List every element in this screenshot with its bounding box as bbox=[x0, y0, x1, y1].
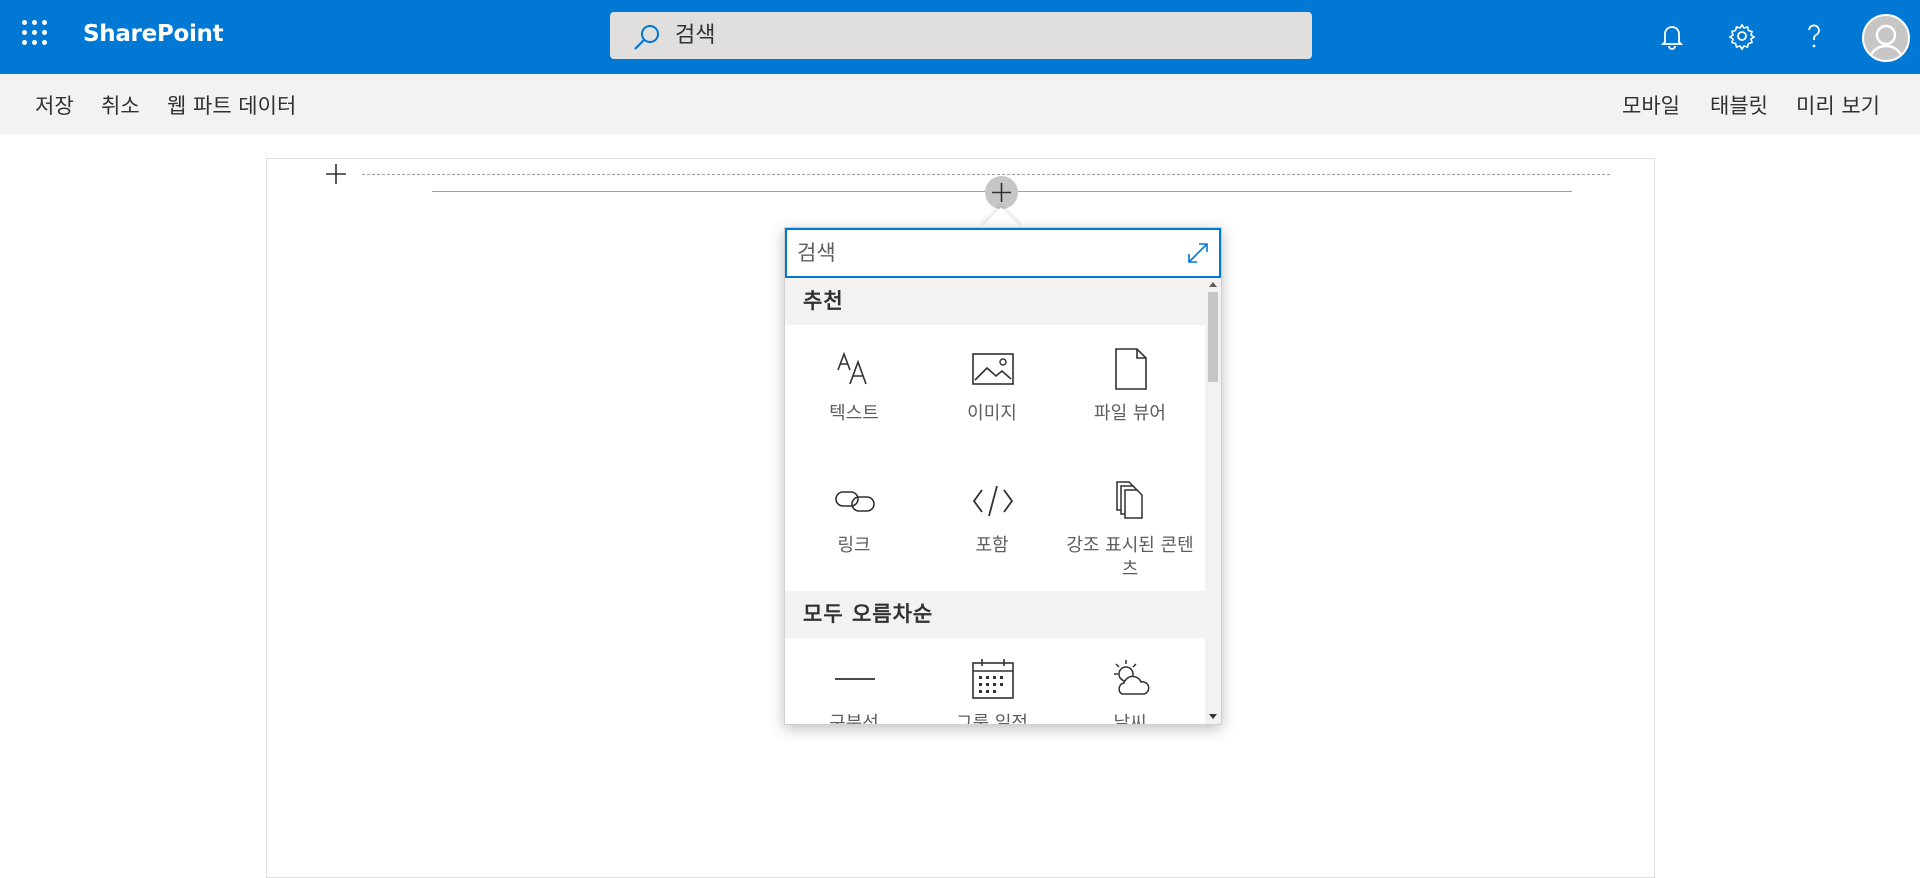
cancel-button[interactable]: 취소 bbox=[101, 90, 140, 120]
toolbox-list: 추천 텍스트 이미지 파일 뷰어 링크 포함 강조 표시된 콘텐츠 모두 오름차… bbox=[785, 278, 1205, 724]
web-part-toolbox: 추천 텍스트 이미지 파일 뷰어 bbox=[784, 227, 1222, 725]
highlighted-content-icon bbox=[1116, 481, 1143, 519]
image-icon bbox=[972, 353, 1014, 385]
add-section-icon[interactable] bbox=[324, 162, 348, 186]
file-icon bbox=[1115, 348, 1147, 390]
web-part-tile-embed[interactable]: 포함 bbox=[923, 464, 1061, 592]
tile-label: 강조 표시된 콘텐츠 bbox=[1066, 535, 1194, 580]
tile-label: 그룹 일정 bbox=[956, 713, 1028, 724]
embed-code-icon bbox=[972, 485, 1014, 517]
expand-icon[interactable] bbox=[1185, 240, 1211, 266]
web-part-tile-text[interactable]: 텍스트 bbox=[785, 332, 923, 460]
web-part-tile-divider[interactable]: 구분선 bbox=[785, 642, 923, 724]
tile-label: 링크 bbox=[837, 535, 871, 556]
suite-bar: SharePoint bbox=[0, 0, 1920, 74]
search-icon bbox=[634, 25, 659, 50]
bell-icon[interactable] bbox=[1652, 16, 1692, 56]
scroll-thumb[interactable] bbox=[1208, 292, 1218, 382]
save-button[interactable]: 저장 bbox=[35, 90, 74, 120]
text-icon bbox=[837, 351, 867, 385]
toolbox-search-box[interactable] bbox=[785, 228, 1221, 278]
person-icon bbox=[1868, 24, 1904, 60]
calendar-icon bbox=[972, 659, 1014, 699]
app-brand[interactable]: SharePoint bbox=[83, 21, 224, 47]
section-divider bbox=[362, 174, 1610, 175]
web-part-tile-link[interactable]: 링크 bbox=[785, 464, 923, 592]
global-search-input[interactable] bbox=[675, 12, 1295, 59]
tablet-preview-button[interactable]: 태블릿 bbox=[1710, 90, 1768, 120]
tile-label: 파일 뷰어 bbox=[1094, 403, 1166, 424]
preview-button[interactable]: 미리 보기 bbox=[1796, 90, 1880, 120]
tile-label: 텍스트 bbox=[829, 403, 879, 424]
weather-icon bbox=[1114, 660, 1150, 695]
web-part-data-button[interactable]: 웹 파트 데이터 bbox=[167, 90, 296, 120]
web-part-tile-image[interactable]: 이미지 bbox=[923, 332, 1061, 460]
plus-icon bbox=[992, 183, 1011, 202]
tile-label: 포함 bbox=[975, 535, 1009, 556]
command-bar: 저장 취소 웹 파트 데이터 모바일 태블릿 미리 보기 bbox=[0, 74, 1920, 134]
tile-label: 날씨 bbox=[1113, 713, 1147, 724]
web-part-tile-file-viewer[interactable]: 파일 뷰어 bbox=[1061, 332, 1199, 460]
toolbox-search-input[interactable] bbox=[797, 230, 1167, 276]
scroll-down-arrow-icon[interactable] bbox=[1209, 714, 1217, 719]
link-icon bbox=[835, 491, 875, 512]
scroll-up-arrow-icon[interactable] bbox=[1209, 282, 1217, 287]
web-part-tile-weather[interactable]: 날씨 bbox=[1061, 642, 1199, 724]
mobile-preview-button[interactable]: 모바일 bbox=[1622, 90, 1680, 120]
category-header-all: 모두 오름차순 bbox=[785, 591, 1205, 638]
global-search-box[interactable] bbox=[610, 12, 1312, 59]
divider-icon bbox=[835, 678, 875, 680]
app-launcher-icon[interactable] bbox=[22, 20, 48, 46]
category-header-recommended: 추천 bbox=[785, 278, 1205, 325]
tile-label: 구분선 bbox=[829, 713, 879, 724]
add-web-part-button[interactable] bbox=[985, 176, 1018, 209]
web-part-tile-group-calendar[interactable]: 그룹 일정 bbox=[923, 642, 1061, 724]
gear-icon[interactable] bbox=[1722, 16, 1762, 56]
web-part-tile-highlighted-content[interactable]: 강조 표시된 콘텐츠 bbox=[1061, 464, 1199, 592]
help-icon[interactable] bbox=[1794, 16, 1834, 56]
toolbox-scrollbar[interactable] bbox=[1205, 278, 1221, 724]
avatar[interactable] bbox=[1862, 14, 1910, 62]
tile-label: 이미지 bbox=[967, 403, 1017, 424]
